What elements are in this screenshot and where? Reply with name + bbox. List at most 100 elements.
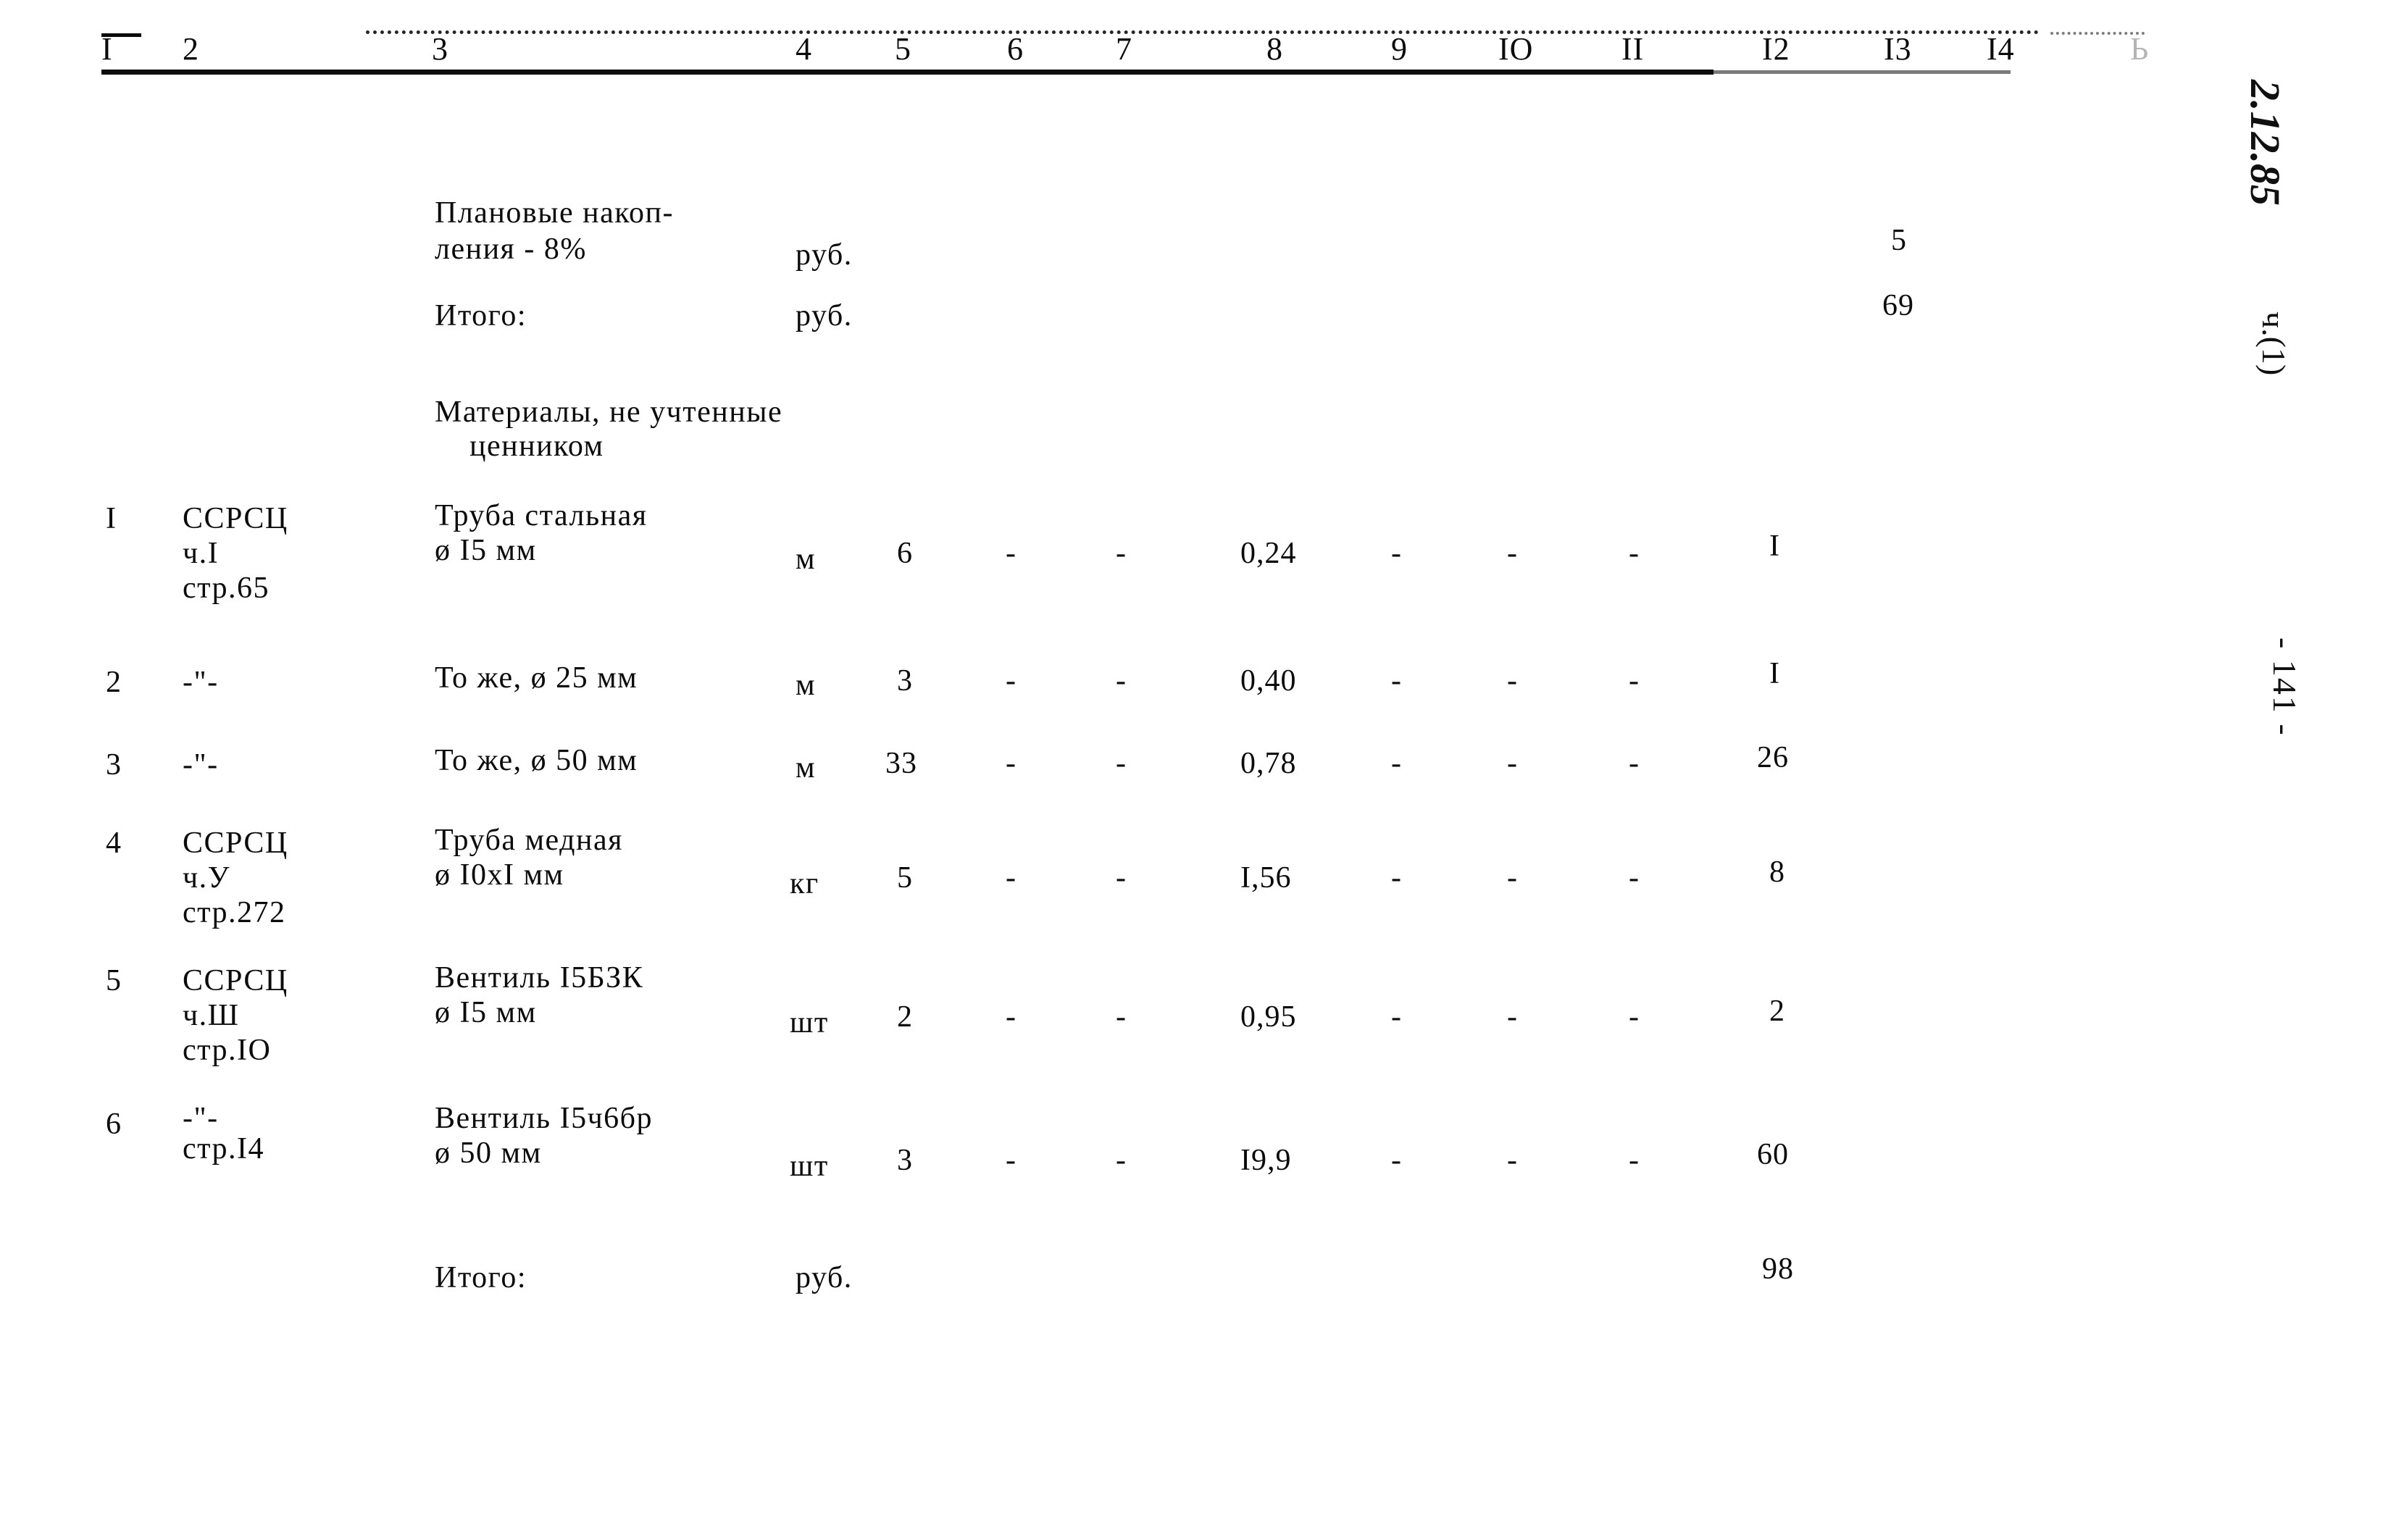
row-col9: - xyxy=(1391,537,1402,570)
row-col11: - xyxy=(1629,537,1640,570)
table-row: 4 xyxy=(106,827,122,860)
row-col9: - xyxy=(1391,664,1402,698)
row-name-line: Труба стальная xyxy=(435,499,648,532)
table-row: 3 xyxy=(106,748,122,782)
row-price: 0,24 xyxy=(1240,537,1297,570)
row-name-line: Вентиль I5БЗК xyxy=(435,961,644,995)
row-col6: - xyxy=(1006,861,1017,895)
row-reference-line: -"- xyxy=(183,748,219,782)
row-col10: - xyxy=(1507,537,1518,570)
row-name-line: ø 50 мм xyxy=(435,1137,542,1170)
row-col9: - xyxy=(1391,1144,1402,1177)
row-reference-line: ч.I xyxy=(183,537,220,570)
row-unit: м xyxy=(796,751,817,784)
row-col12: I xyxy=(1769,530,1780,563)
row-reference-line: ССРСЦ xyxy=(183,964,288,997)
row-name-line: Вентиль I5ч6бр xyxy=(435,1102,654,1135)
row-unit: м xyxy=(796,669,817,702)
row-qty: 3 xyxy=(897,1144,913,1177)
row-col6: - xyxy=(1006,1000,1017,1034)
row-price: 0,95 xyxy=(1240,1000,1297,1034)
row-col6: - xyxy=(1006,747,1017,780)
row-col11: - xyxy=(1629,747,1640,780)
row-reference-line: стр.I4 xyxy=(183,1132,264,1166)
table-row: I xyxy=(106,502,117,535)
row-col10: - xyxy=(1507,861,1518,895)
row-col11: - xyxy=(1629,861,1640,895)
row-col11: - xyxy=(1629,664,1640,698)
row-reference-line: ССРСЦ xyxy=(183,827,288,860)
table-row: 6 xyxy=(106,1108,122,1141)
row-unit: м xyxy=(796,543,817,576)
row-name-line: То же, ø 25 мм xyxy=(435,661,638,695)
table-row: 2 xyxy=(106,666,122,699)
row-reference-line: ССРСЦ xyxy=(183,502,288,535)
column-header-14: I4 xyxy=(1987,31,2015,67)
table-row: 5 xyxy=(106,964,122,997)
row-col10: - xyxy=(1507,1144,1518,1177)
row-col12: 60 xyxy=(1757,1138,1789,1171)
column-header-7: 7 xyxy=(1116,31,1132,67)
row-unit: кг xyxy=(790,867,819,900)
row-qty: 3 xyxy=(897,664,913,698)
column-header-1: I xyxy=(101,31,113,67)
column-header-15: Ь xyxy=(2130,31,2150,67)
row-col10: - xyxy=(1507,747,1518,780)
column-header-6: 6 xyxy=(1007,31,1024,67)
row-price: I9,9 xyxy=(1240,1144,1292,1177)
row-col6: - xyxy=(1006,537,1017,570)
row-col7: - xyxy=(1116,861,1127,895)
row-col6: - xyxy=(1006,664,1017,698)
row-name-line: Итого: xyxy=(435,299,527,332)
table-header-border xyxy=(101,70,1713,75)
row-reference-line: стр.65 xyxy=(183,572,270,605)
column-header-9: 9 xyxy=(1391,31,1408,67)
row-name-line: Труба медная xyxy=(435,824,623,857)
row-name-line: Плановые накоп- xyxy=(435,196,674,230)
column-header-2: 2 xyxy=(183,31,199,67)
margin-date-stamp: 2.12.85 xyxy=(2242,80,2289,206)
row-col7: - xyxy=(1116,1144,1127,1177)
column-header-12: I2 xyxy=(1762,31,1790,67)
row-reference-line: -"- xyxy=(183,666,219,699)
row-col9: - xyxy=(1391,1000,1402,1034)
row-reference-line: стр.IO xyxy=(183,1034,272,1067)
row-qty: 5 xyxy=(897,861,913,895)
row-name-line: ø I5 мм xyxy=(435,996,537,1029)
section-heading-line: ценником xyxy=(469,430,604,463)
row-unit: шт xyxy=(790,1150,829,1183)
row-qty: 2 xyxy=(897,1000,913,1034)
column-header-3: 3 xyxy=(432,31,448,67)
column-header-13: I3 xyxy=(1884,31,1912,67)
row-col7: - xyxy=(1116,537,1127,570)
row-col9: - xyxy=(1391,861,1402,895)
row-name-line: ления - 8% xyxy=(435,233,587,266)
row-name-line: Итого: xyxy=(435,1261,527,1294)
table-header-border-right xyxy=(1713,70,2011,74)
column-header-4: 4 xyxy=(796,31,812,67)
row-col13-value: 69 xyxy=(1882,289,1914,322)
row-col6: - xyxy=(1006,1144,1017,1177)
row-price: 0,78 xyxy=(1240,747,1297,780)
page-number: - 141 - xyxy=(2266,637,2303,737)
row-col12: 8 xyxy=(1769,855,1785,889)
row-col7: - xyxy=(1116,1000,1127,1034)
row-col12: 98 xyxy=(1762,1252,1794,1286)
row-reference-line: ч.У xyxy=(183,861,230,895)
row-price: I,56 xyxy=(1240,861,1292,895)
row-name-line: ø I5 мм xyxy=(435,534,537,567)
document-page: I 2 3 4 5 6 7 8 9 IO II I2 I3 I4 Ь Плано… xyxy=(0,0,2396,1540)
row-reference-line: стр.272 xyxy=(183,896,286,929)
row-unit: шт xyxy=(790,1006,829,1039)
column-header-8: 8 xyxy=(1266,31,1283,67)
row-name-line: То же, ø 50 мм xyxy=(435,744,638,777)
row-col7: - xyxy=(1116,664,1127,698)
row-col12: 2 xyxy=(1769,995,1785,1028)
row-name-line: ø I0xI мм xyxy=(435,858,564,892)
column-header-5: 5 xyxy=(895,31,911,67)
row-unit: руб. xyxy=(796,238,853,272)
row-col13-value: 5 xyxy=(1891,224,1907,257)
row-unit: руб. xyxy=(796,299,853,332)
row-price: 0,40 xyxy=(1240,664,1297,698)
row-reference-line: ч.Ш xyxy=(183,999,240,1032)
